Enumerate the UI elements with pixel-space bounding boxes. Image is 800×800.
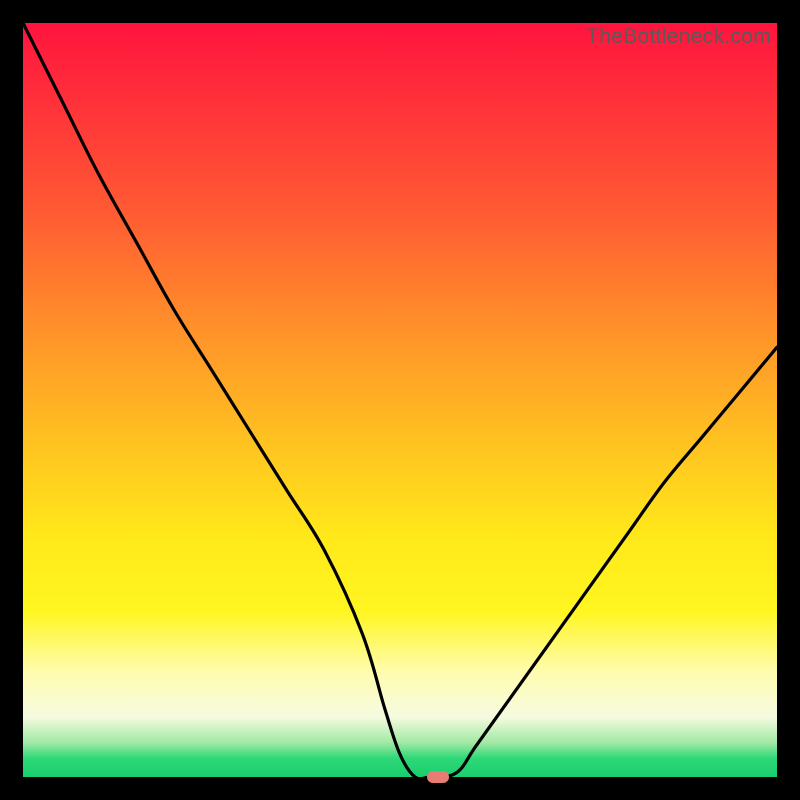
minimum-marker xyxy=(427,771,449,783)
chart-frame: TheBottleneck.com xyxy=(0,0,800,800)
plot-area: TheBottleneck.com xyxy=(23,23,777,777)
bottleneck-curve xyxy=(23,23,777,777)
